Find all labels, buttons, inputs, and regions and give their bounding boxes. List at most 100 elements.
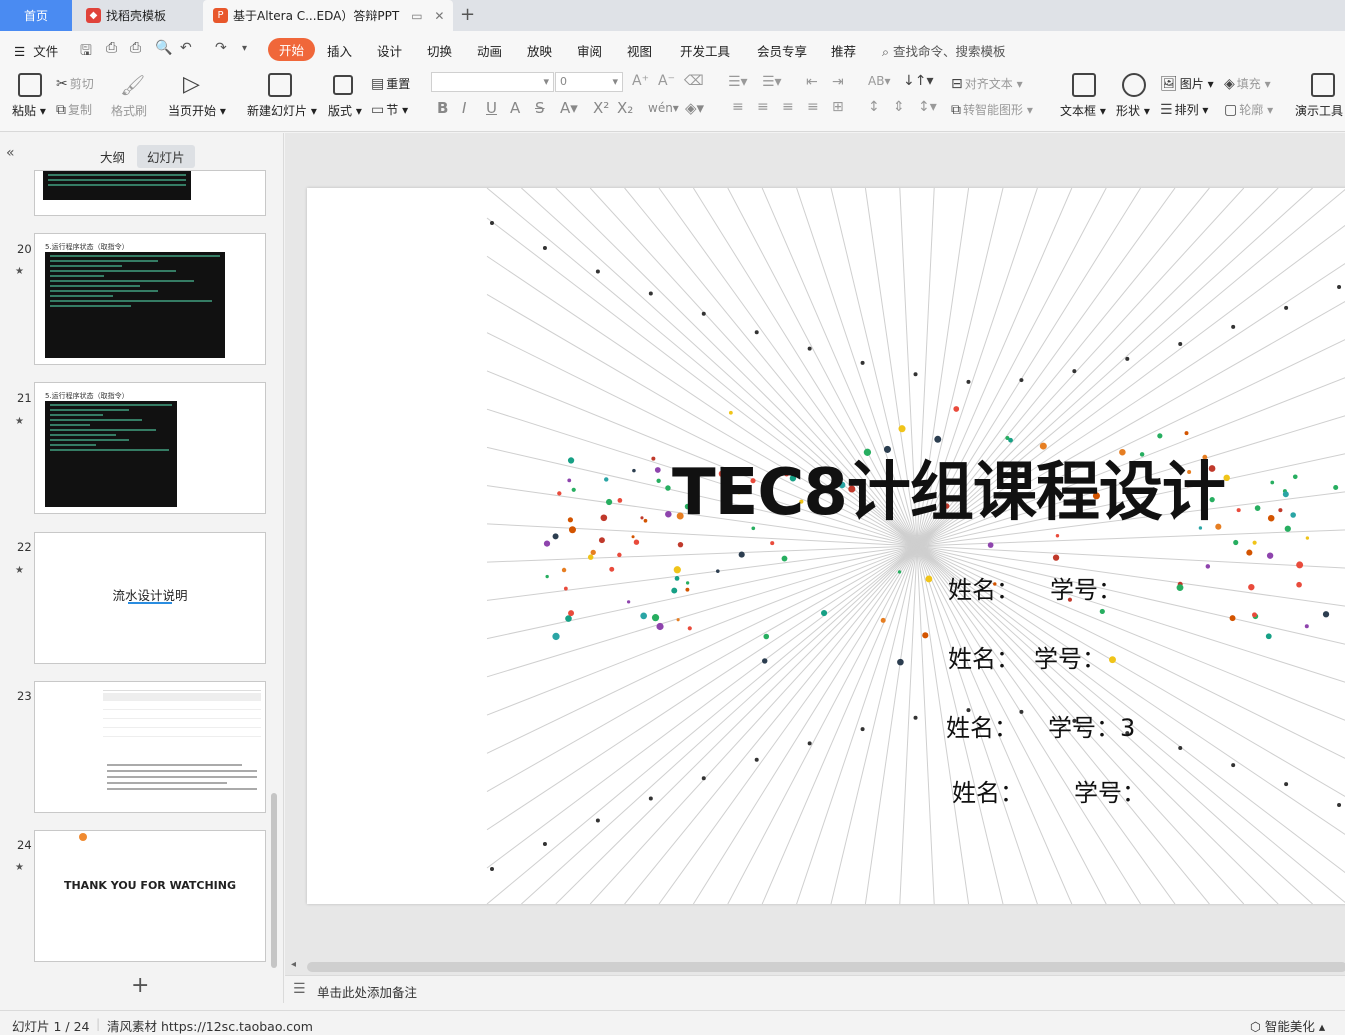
add-slide-button[interactable]: + xyxy=(131,973,149,998)
layout-button[interactable]: 版式 ▾ xyxy=(328,102,362,119)
save-icon[interactable]: 🖫 xyxy=(80,40,92,64)
increase-font-icon[interactable]: A⁺ xyxy=(632,73,649,89)
slide-thumbnail-23[interactable] xyxy=(34,681,266,813)
outline-button[interactable]: ▢ 轮廓 ▾ xyxy=(1224,101,1273,118)
decrease-indent-icon[interactable]: ⇤ xyxy=(806,74,818,90)
bullet-list-icon[interactable]: ☰▾ xyxy=(728,74,748,90)
align-right-icon[interactable]: ≡ xyxy=(782,99,794,115)
file-menu[interactable]: ☰ 文件 xyxy=(14,41,58,60)
presentation-tools-button[interactable]: 演示工具 xyxy=(1295,102,1343,119)
textbox-button[interactable]: 文本框 ▾ xyxy=(1060,102,1106,119)
play-from-current-button[interactable]: 当页开始 ▾ xyxy=(168,102,226,119)
subscript-icon[interactable]: X₂ xyxy=(617,99,633,117)
menu-insert[interactable]: 插入 xyxy=(327,41,352,60)
tab-document[interactable]: P 基于Altera C...EDA）答辩PPT ▭ ✕ xyxy=(203,0,453,31)
scroll-left-icon[interactable]: ◂ xyxy=(291,959,296,970)
print-preview-icon[interactable]: 🔍 xyxy=(155,40,172,56)
menu-home[interactable]: 开始 xyxy=(268,38,316,61)
align-left-icon[interactable]: ≡ xyxy=(732,99,744,115)
menu-recommend[interactable]: 推荐 xyxy=(831,41,856,60)
paste-button[interactable]: 粘贴 ▾ xyxy=(12,102,46,119)
increase-indent-icon[interactable]: ⇥ xyxy=(832,74,844,90)
slide-thumbnail-19[interactable] xyxy=(34,170,266,216)
minimize-tab-icon[interactable]: ▭ xyxy=(411,9,422,23)
highlight-icon[interactable]: ◈▾ xyxy=(685,99,704,117)
menu-developer[interactable]: 开发工具 xyxy=(680,41,730,60)
strikethrough-icon[interactable]: S xyxy=(535,99,545,117)
arrange-button[interactable]: ☰ 排列 ▾ xyxy=(1160,101,1208,118)
italic-icon[interactable]: I xyxy=(462,99,466,117)
slide-number: 24 xyxy=(17,838,32,852)
slide-thumbnail-20[interactable]: 5.运行程序状态（取指令） xyxy=(34,233,266,365)
student-line-2[interactable]: 姓名： 学号： xyxy=(948,639,1106,674)
cut-button[interactable]: ✂ 剪切 xyxy=(56,75,94,92)
horizontal-scrollbar[interactable]: ◂ xyxy=(285,959,1345,975)
menu-transition[interactable]: 切换 xyxy=(427,41,452,60)
tab-home[interactable]: 首页 xyxy=(0,0,72,31)
font-color-icon[interactable]: A▾ xyxy=(560,99,578,117)
reset-button[interactable]: ▤ 重置 xyxy=(371,75,410,92)
section-button[interactable]: ▭ 节 ▾ xyxy=(371,101,408,118)
panel-scrollbar[interactable] xyxy=(271,793,277,968)
print-icon[interactable]: ⎙ xyxy=(130,40,141,56)
menu-design[interactable]: 设计 xyxy=(377,41,402,60)
format-painter-button[interactable]: 格式刷 xyxy=(111,102,147,119)
distribute-icon[interactable]: ⊞ xyxy=(832,99,844,115)
picture-icon: 🖼 xyxy=(1160,76,1178,92)
justify-icon[interactable]: ≡ xyxy=(807,99,819,115)
shape-button[interactable]: 形状 ▾ xyxy=(1116,102,1150,119)
font-size-select[interactable]: 0 ▾ xyxy=(555,72,623,92)
align-center-icon[interactable]: ≡ xyxy=(757,99,769,115)
shadow-icon[interactable]: A xyxy=(510,99,520,117)
slide-thumbnail-22[interactable]: 流水设计说明 xyxy=(34,532,266,664)
menu-animation[interactable]: 动画 xyxy=(477,41,502,60)
new-slide-icon xyxy=(268,73,292,97)
smart-beautify-button[interactable]: ⬡ 智能美化 ▴ xyxy=(1250,1016,1325,1035)
undo-icon[interactable]: ↶ xyxy=(180,40,192,56)
customize-chevron-icon[interactable]: ▾ xyxy=(242,43,247,54)
fill-button[interactable]: ◈ 填充 ▾ xyxy=(1224,75,1271,92)
line-spacing-icon[interactable]: ↕ xyxy=(868,99,880,115)
underline-icon[interactable]: U xyxy=(486,99,497,117)
tab-template[interactable]: ◆ 找稻壳模板 xyxy=(74,0,200,31)
menu-member[interactable]: 会员专享 xyxy=(757,41,807,60)
close-tab-icon[interactable]: ✕ xyxy=(434,9,444,23)
clear-format-icon[interactable]: ⌫ xyxy=(684,73,704,89)
export-pdf-icon[interactable]: ⎙ xyxy=(106,40,117,56)
menu-slideshow[interactable]: 放映 xyxy=(527,41,552,60)
file-menu-label: 文件 xyxy=(33,44,59,59)
notes-area[interactable]: ☰ 单击此处添加备注 xyxy=(285,975,1345,1003)
align-text-button[interactable]: ⊟ 对齐文本 ▾ xyxy=(951,75,1023,92)
menu-view[interactable]: 视图 xyxy=(627,41,652,60)
sort-icon[interactable]: ↓↑▾ xyxy=(903,73,934,89)
spacing-menu-icon[interactable]: ↕▾ xyxy=(918,99,937,115)
collapse-panel-icon[interactable]: « xyxy=(6,145,15,161)
picture-button[interactable]: 🖼 图片 ▾ xyxy=(1160,75,1214,92)
command-search[interactable]: ⌕ 查找命令、搜索模板 xyxy=(882,41,1006,60)
text-direction-icon[interactable]: AB▾ xyxy=(868,74,890,88)
decrease-font-icon[interactable]: A⁻ xyxy=(658,73,675,89)
redo-icon[interactable]: ↷ xyxy=(215,40,227,56)
superscript-icon[interactable]: X² xyxy=(593,99,609,117)
copy-button[interactable]: ⧉ 复制 xyxy=(56,101,92,118)
tab-outline[interactable]: 大纲 xyxy=(90,145,135,168)
slide-thumbnail-21[interactable]: 5.运行程序状态（取指令） xyxy=(34,382,266,514)
current-slide[interactable]: TEC8计组课程设计 姓名： 学号： 姓名： 学号： 姓名： 学号：3 姓名： 学号： xyxy=(307,188,1345,904)
student-line-4[interactable]: 姓名： 学号： xyxy=(952,773,1146,808)
bold-icon[interactable]: B xyxy=(437,99,448,117)
horizontal-scroll-thumb[interactable] xyxy=(307,962,1345,972)
numbered-list-icon[interactable]: ☰▾ xyxy=(762,74,782,90)
font-name-select[interactable]: ▾ xyxy=(431,72,554,92)
paragraph-spacing-icon[interactable]: ⇕ xyxy=(893,99,905,115)
menu-review[interactable]: 审阅 xyxy=(577,41,602,60)
slide-thumbnail-24[interactable]: THANK YOU FOR WATCHING xyxy=(34,830,266,962)
add-tab-button[interactable]: + xyxy=(460,4,475,25)
student-line-1[interactable]: 姓名： 学号： xyxy=(948,570,1122,605)
phonetic-icon[interactable]: wén▾ xyxy=(648,101,679,115)
animation-star-icon: ★ xyxy=(15,565,24,576)
new-slide-button[interactable]: 新建幻灯片 ▾ xyxy=(247,102,317,119)
slide-title[interactable]: TEC8计组课程设计 xyxy=(672,441,1226,533)
student-line-3[interactable]: 姓名： 学号：3 xyxy=(946,708,1135,743)
tab-slides[interactable]: 幻灯片 xyxy=(137,145,195,168)
smartart-button[interactable]: ⧉ 转智能图形 ▾ xyxy=(951,101,1033,118)
